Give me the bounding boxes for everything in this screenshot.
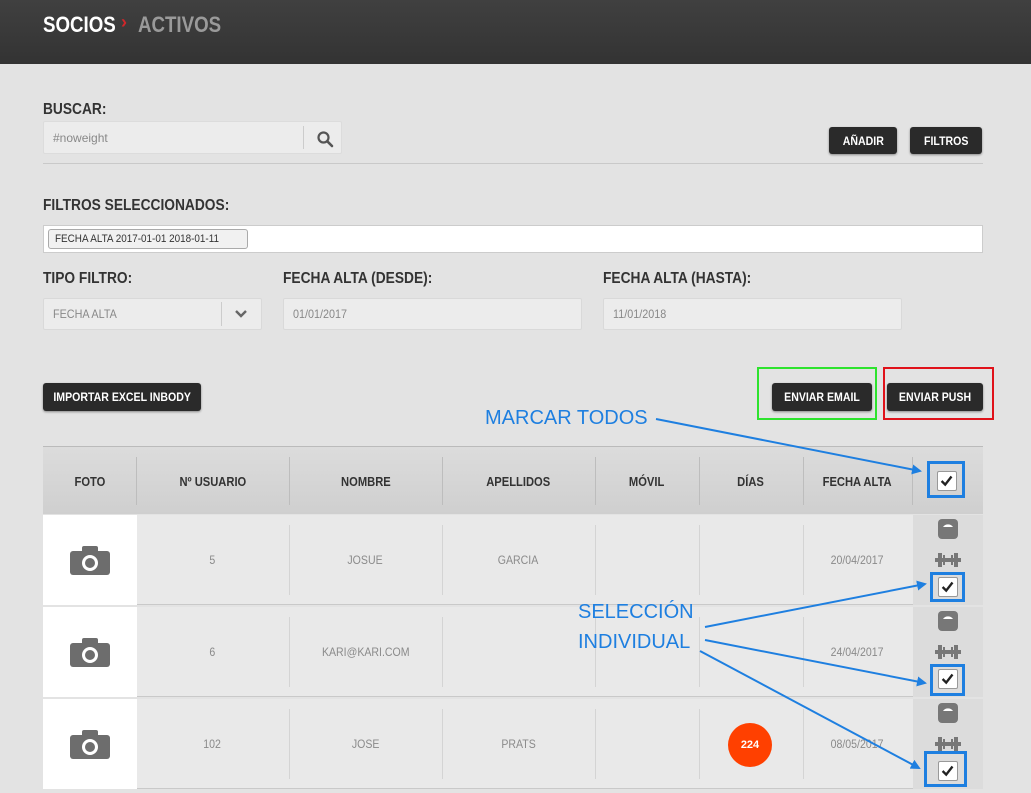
annotation-individual-2: INDIVIDUAL — [578, 631, 691, 653]
annotation-mark-all: MARCAR TODOS — [485, 407, 648, 429]
dumbbell-icon[interactable] — [935, 736, 961, 752]
search-input[interactable] — [44, 122, 302, 153]
user-no-cell: 5 — [209, 553, 216, 567]
name-cell: JOSUE — [347, 553, 384, 567]
photo-cell — [43, 699, 137, 789]
breadcrumb-subsection: ACTIVOS — [138, 12, 222, 37]
column-header-days[interactable]: DÍAS — [699, 447, 803, 515]
search-field[interactable] — [43, 121, 342, 154]
dumbbell-icon[interactable] — [935, 552, 961, 568]
dumbbell-icon[interactable] — [935, 644, 961, 660]
user-no-cell: 102 — [203, 737, 222, 751]
selected-filters-label: FILTROS SELECCIONADOS: — [43, 197, 230, 214]
column-header-user-no[interactable]: Nº USUARIO — [136, 447, 289, 515]
filter-type-value: FECHA ALTA — [53, 307, 117, 321]
search-divider — [303, 126, 304, 149]
date-to-input[interactable]: 11/01/2018 — [603, 298, 902, 330]
table-row[interactable]: 5 JOSUE GARCIA 20/04/2017 — [43, 515, 983, 605]
top-bar: SOCIOS › ACTIVOS — [0, 0, 1031, 64]
filter-type-select[interactable]: FECHA ALTA — [43, 298, 262, 330]
date-from-input[interactable]: 01/01/2017 — [283, 298, 582, 330]
scale-icon[interactable] — [938, 611, 958, 631]
selected-filters-box: FECHA ALTA 2017-01-01 2018-01-11 — [43, 225, 983, 253]
filters-button[interactable]: FILTROS — [910, 127, 982, 154]
breadcrumb-section[interactable]: SOCIOS — [43, 12, 116, 38]
column-header-name[interactable]: NOMBRE — [289, 447, 442, 515]
row-select-highlight — [930, 572, 965, 602]
table-row[interactable]: 6 KARI@KARI.COM 24/04/2017 — [43, 607, 983, 697]
search-icon[interactable] — [316, 130, 334, 148]
name-cell: JOSE — [351, 737, 380, 751]
row-separator — [699, 709, 700, 779]
date-cell: 20/04/2017 — [831, 553, 884, 567]
select-divider — [221, 302, 222, 326]
column-header-photo[interactable]: FOTO — [43, 447, 136, 515]
camera-icon — [70, 546, 110, 575]
scale-icon[interactable] — [938, 703, 958, 723]
add-button[interactable]: AÑADIR — [829, 127, 897, 154]
date-to-label: FECHA ALTA (HASTA): — [603, 270, 752, 287]
date-from-label: FECHA ALTA (DESDE): — [283, 270, 433, 287]
camera-icon — [70, 638, 110, 667]
mobile-cell — [595, 699, 699, 789]
surname-cell: PRATS — [501, 737, 536, 751]
send-push-button[interactable]: ENVIAR PUSH — [887, 383, 983, 411]
days-cell — [699, 515, 803, 605]
days-badge: 224 — [728, 723, 772, 767]
photo-cell — [43, 515, 137, 605]
name-cell: KARI@KARI.COM — [321, 645, 410, 659]
date-cell: 24/04/2017 — [831, 645, 884, 659]
breadcrumb-separator-icon: › — [121, 12, 127, 32]
row-select-highlight — [930, 664, 965, 696]
search-label: BUSCAR: — [43, 101, 107, 118]
table-row[interactable]: 102 JOSE PRATS 224 08/05/2017 — [43, 699, 983, 789]
filter-type-label: TIPO FILTRO: — [43, 270, 133, 287]
chevron-down-icon[interactable] — [234, 307, 248, 321]
row-select-highlight — [924, 751, 967, 787]
user-no-cell: 6 — [209, 645, 216, 659]
photo-cell — [43, 607, 137, 697]
import-excel-inbody-button[interactable]: IMPORTAR EXCEL INBODY — [43, 383, 201, 411]
mobile-cell — [595, 515, 699, 605]
surname-cell: GARCIA — [498, 553, 539, 567]
column-header-mobile[interactable]: MÓVIL — [595, 447, 699, 515]
column-header-surname[interactable]: APELLIDOS — [442, 447, 595, 515]
select-all-highlight — [927, 461, 965, 498]
filter-chip[interactable]: FECHA ALTA 2017-01-01 2018-01-11 — [48, 229, 249, 249]
surname-cell — [442, 607, 595, 697]
column-separator — [912, 457, 913, 505]
annotation-individual-1: SELECCIÓN — [578, 601, 694, 623]
column-header-date[interactable]: FECHA ALTA — [803, 447, 912, 515]
divider — [43, 163, 983, 164]
date-cell: 08/05/2017 — [831, 737, 884, 751]
send-email-button[interactable]: ENVIAR EMAIL — [772, 383, 872, 411]
camera-icon — [70, 730, 110, 759]
scale-icon[interactable] — [938, 519, 958, 539]
table-header: FOTO Nº USUARIO NOMBRE APELLIDOS MÓVIL D… — [43, 446, 983, 514]
days-cell — [699, 607, 803, 697]
